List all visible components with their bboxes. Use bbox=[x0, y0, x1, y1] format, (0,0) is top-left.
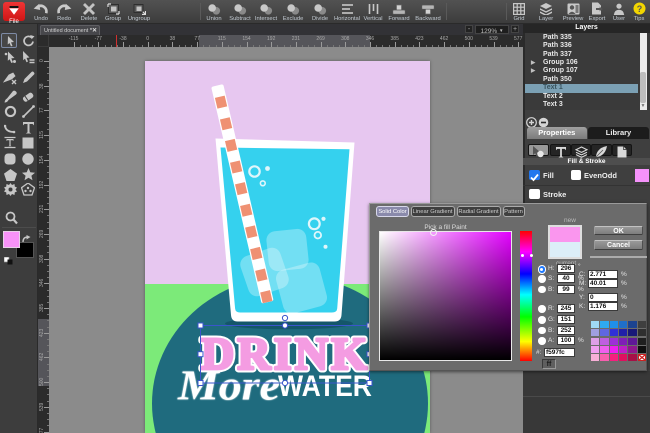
svg-text:?: ? bbox=[636, 4, 642, 14]
svg-text:WATER: WATER bbox=[278, 370, 372, 403]
svg-text:More: More bbox=[176, 364, 279, 410]
